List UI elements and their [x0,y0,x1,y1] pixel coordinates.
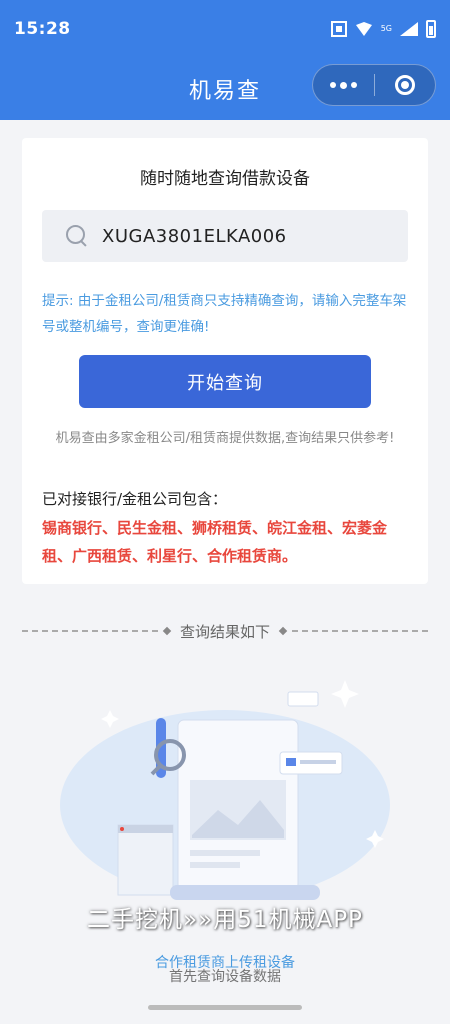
bottom-subtitle: 首先查询设备数据 [169,969,281,985]
diamond-icon [162,626,172,636]
more-dots-icon [351,82,357,88]
card-title: 随时随地查询借款设备 [140,169,310,189]
search-icon [66,225,88,247]
page-title: 机易查 [188,79,261,104]
search-box[interactable] [42,210,408,262]
qr-code-icon [330,21,347,37]
start-query-button[interactable]: 开始查询 [79,355,371,408]
more-button[interactable] [313,65,374,105]
mini-program-capsule [312,64,436,106]
battery-icon [426,20,436,38]
close-button[interactable] [375,65,435,105]
status-bar: 15:28 5G [0,0,450,58]
search-input[interactable] [102,225,302,247]
more-dots-icon [340,81,347,89]
disclaimer-text: 机易查由多家金租公司/租赁商提供数据,查询结果只供参考! [55,431,395,446]
signal-icon [400,22,418,36]
diamond-icon [278,626,288,636]
query-card: 随时随地查询借款设备 提示: 由于金租公司/租赁商只支持精确查询，请输入完整车架… [22,138,428,584]
home-indicator[interactable] [148,1005,302,1010]
target-icon [395,75,415,95]
dashed-line [22,630,158,632]
status-time: 15:28 [14,19,71,39]
ad-overlay-text: 二手挖机»»用51机械APP [87,907,363,933]
network-type-text: 5G [380,24,392,33]
results-header: 查询结果如下 [22,620,429,642]
status-icons: 5G [330,20,436,38]
partners-list: 锡商银行、民生金租、狮桥租赁、皖江金租、宏菱金租、广西租赁、利星行、合作租赁商。 [42,519,388,565]
network-type-label: 5G [381,25,392,33]
wifi-icon [355,22,372,36]
dashed-line [292,630,429,632]
nav-bar: 机易查 [0,58,450,120]
hint-text: 提示: 由于金租公司/租赁商只支持精确查询，请输入完整车架号或整机编号，查询更准… [42,293,407,335]
results-label: 查询结果如下 [180,622,271,641]
partners-title: 已对接银行/金租公司包含： [42,490,228,508]
empty-results-illustration [60,680,390,900]
more-dots-icon [330,82,336,88]
